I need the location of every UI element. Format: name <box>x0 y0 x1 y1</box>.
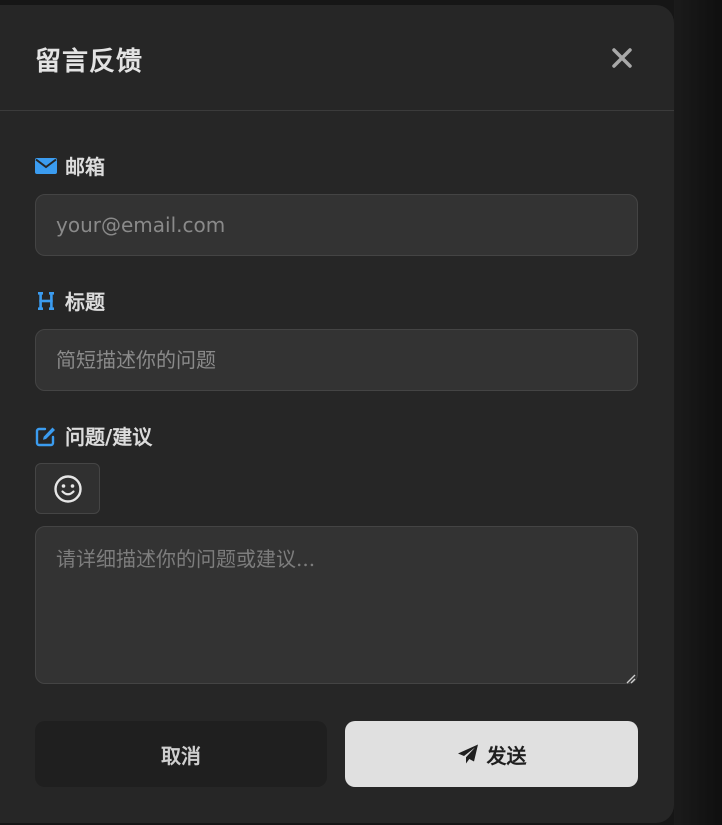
message-textarea[interactable] <box>35 526 638 684</box>
email-label-text: 邮箱 <box>65 155 105 179</box>
subject-field[interactable] <box>35 329 638 391</box>
emoji-picker-button[interactable] <box>35 463 100 514</box>
edit-icon <box>35 425 57 447</box>
resize-handle-icon[interactable] <box>624 672 636 684</box>
modal-header: 留言反馈 <box>0 5 674 111</box>
send-button-label: 发送 <box>486 743 527 768</box>
subject-label-text: 标题 <box>65 290 105 314</box>
send-button[interactable]: 发送 <box>345 721 638 787</box>
backdrop-edge <box>674 0 722 825</box>
smile-icon <box>53 474 82 503</box>
envelope-icon <box>35 155 57 177</box>
close-icon <box>612 48 632 68</box>
feedback-modal: 留言反馈 邮箱 your@email.com 标题 简短描述你的问题 问题/建议… <box>0 5 674 823</box>
email-label: 邮箱 <box>35 151 105 180</box>
message-label: 问题/建议 <box>35 421 152 450</box>
subject-label: 标题 <box>35 286 105 315</box>
cancel-button[interactable]: 取消 <box>35 721 327 787</box>
close-button[interactable] <box>605 41 639 75</box>
modal-title: 留言反馈 <box>35 47 144 77</box>
paper-plane-icon <box>457 744 478 764</box>
email-field[interactable] <box>35 194 638 256</box>
message-label-text: 问题/建议 <box>65 425 153 449</box>
heading-icon <box>35 290 57 312</box>
cancel-button-label: 取消 <box>161 743 201 768</box>
